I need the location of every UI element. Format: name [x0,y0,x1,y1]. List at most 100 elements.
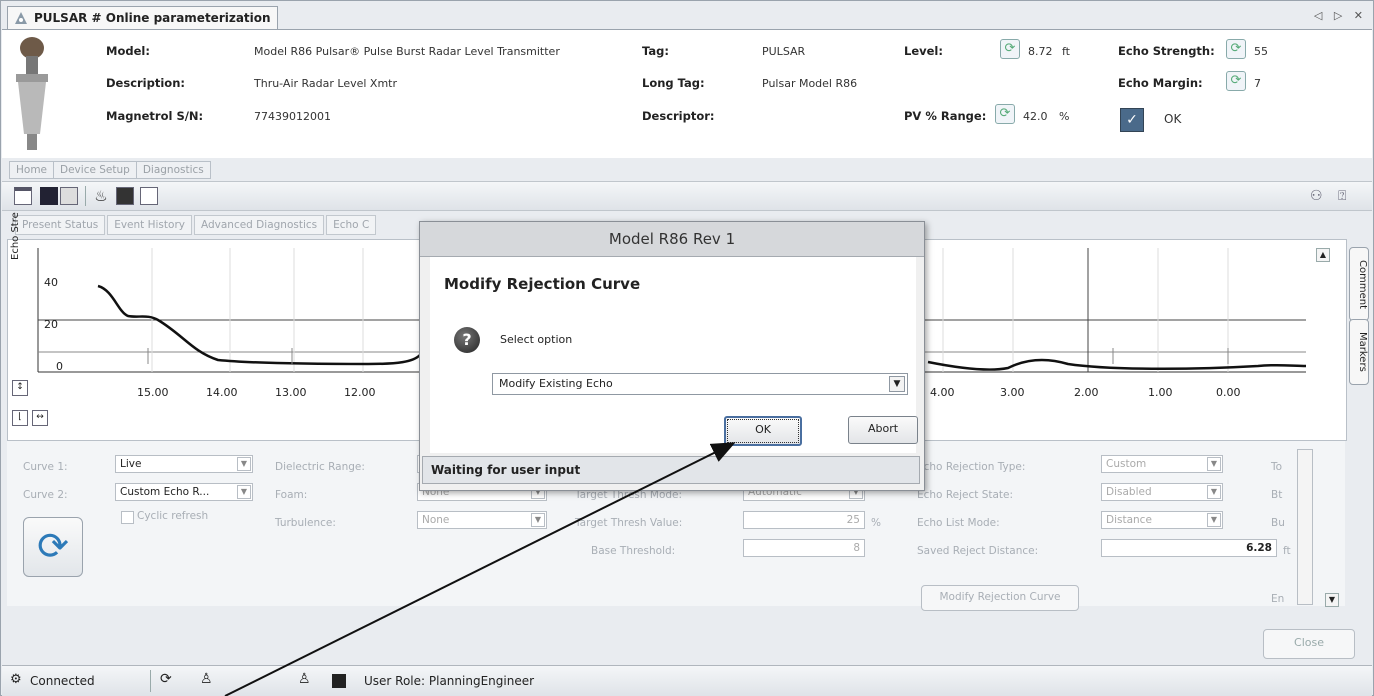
refresh-large-button[interactable]: ⟳ [23,517,83,577]
pv-value: 42.0 [1023,110,1048,123]
window-title-tab[interactable]: PULSAR # Online parameterization [7,6,278,29]
tab-echo-curve[interactable]: Echo C [326,215,377,235]
level-value: 8.72 [1028,45,1053,58]
dielectric-label: Dielectric Range: [275,461,365,473]
dialog-heading: Modify Rejection Curve [444,275,641,293]
rej-state-label: Echo Reject State: [917,489,1014,501]
markers-side-button[interactable]: Markers [1349,319,1369,385]
rej-type-value: Custom [1106,458,1147,470]
zoom-reset-icon[interactable]: ⌊ [12,410,28,426]
device-header: Model: Model R86 Pulsar® Pulse Burst Rad… [2,29,1372,158]
cut-label-bu: Bu [1271,517,1285,529]
list-mode-label: Echo List Mode: [917,517,1000,529]
level-unit: ft [1062,45,1070,58]
tab-event-history[interactable]: Event History [107,215,192,235]
sync-icon[interactable]: ⟳ [160,671,172,687]
print-icon[interactable] [60,187,78,205]
echo-margin-refresh-icon[interactable]: ⟳ [1226,71,1246,91]
rej-type-label: Echo Rejection Type: [917,461,1026,473]
pulsar-app-icon [15,12,27,24]
xtick-1: 1.00 [1148,386,1173,399]
turbulence-value: None [422,514,450,526]
xtick-12: 12.00 [344,386,376,399]
rej-type-select[interactable]: Custom ▼ [1101,455,1223,473]
chevron-down-icon: ▼ [1207,513,1221,527]
base-thresh-input[interactable]: 8 [743,539,865,557]
chevron-down-icon: ▼ [889,376,905,392]
user-icon[interactable]: ♙ [200,671,213,687]
abort-button[interactable]: Abort [848,416,918,444]
cyclic-refresh-checkbox[interactable] [121,511,134,524]
close-button[interactable]: Close [1263,629,1355,659]
level-refresh-icon[interactable]: ⟳ [1000,39,1020,59]
dialog-title: Model R86 Rev 1 [420,222,924,257]
connected-status: Connected [30,674,95,688]
curve1-select[interactable]: Live ▼ [115,455,253,473]
xtick-4: 4.00 [930,386,955,399]
curve2-label: Curve 2: [23,489,68,501]
xtick-14: 14.00 [206,386,238,399]
thresh-value-input[interactable]: 25 [743,511,865,529]
descriptor-label: Descriptor: [642,109,715,123]
form-scrollbar[interactable] [1297,449,1313,605]
image-icon[interactable] [116,187,134,205]
tab-home[interactable]: Home [9,161,55,179]
statusbar-divider [150,670,151,692]
main-window: PULSAR # Online parameterization ◁ ▷ ✕ M… [0,0,1374,696]
chart-icon[interactable] [140,187,158,205]
curve2-value: Custom Echo R... [120,486,210,498]
tab-advanced-diagnostics[interactable]: Advanced Diagnostics [193,215,325,235]
xtick-3: 3.00 [1000,386,1025,399]
question-icon: ? [454,327,480,353]
device-status-icon[interactable]: ♙ [298,671,311,687]
comment-side-button[interactable]: Comment [1349,247,1369,321]
tab-device-setup[interactable]: Device Setup [53,161,137,179]
saved-dist-input[interactable]: 6.28 [1101,539,1277,557]
chevron-down-icon: ▼ [237,457,251,471]
cut-label-en: En [1271,593,1285,605]
tab-present-status[interactable]: Present Status [15,215,106,235]
device-icon[interactable]: ♨ [92,187,110,205]
xtick-15: 15.00 [137,386,169,399]
pv-refresh-icon[interactable]: ⟳ [995,104,1015,124]
help-icon[interactable]: ⚇ [1310,188,1323,204]
curve1-label: Curve 1: [23,461,68,473]
tab-diagnostics[interactable]: Diagnostics [135,161,211,179]
form-scroll-down-icon[interactable]: ▼ [1325,593,1339,607]
rej-state-value: Disabled [1106,486,1152,498]
description-label: Description: [106,76,185,90]
cyclic-refresh-label: Cyclic refresh [137,510,209,522]
chart-scroll-up-icon[interactable]: ▲ [1316,248,1330,262]
modify-rejection-curve-button[interactable]: Modify Rejection Curve [921,585,1079,611]
ok-button[interactable]: OK [724,416,802,446]
window-icon[interactable] [14,187,32,205]
model-label: Model: [106,44,150,58]
xtick-0: 0.00 [1216,386,1241,399]
base-thresh-label: Base Threshold: [591,545,676,557]
xtick-2: 2.00 [1074,386,1099,399]
rej-state-select[interactable]: Disabled ▼ [1101,483,1223,501]
dialog-prompt: Select option [500,333,573,346]
window-controls[interactable]: ◁ ▷ ✕ [1314,9,1367,22]
turbulence-select[interactable]: None ▼ [417,511,547,529]
description-value: Thru-Air Radar Level Xmtr [254,77,398,90]
zoom-y-icon[interactable]: ↕ [12,380,28,396]
foam-label: Foam: [275,489,308,501]
curve2-select[interactable]: Custom Echo R... ▼ [115,483,253,501]
echo-strength-refresh-icon[interactable]: ⟳ [1226,39,1246,59]
option-select[interactable]: Modify Existing Echo ▼ [492,373,908,395]
echo-margin-value: 7 [1254,77,1261,90]
cut-label-bt: Bt [1271,489,1283,501]
zoom-x-icon[interactable]: ↔ [32,410,48,426]
list-mode-select[interactable]: Distance ▼ [1101,511,1223,529]
echo-curve-right [927,358,1307,371]
ytick-20: 20 [44,318,58,331]
longtag-value: Pulsar Model R86 [762,77,858,90]
chevron-down-icon: ▼ [1207,457,1221,471]
window-title: PULSAR # Online parameterization [34,11,271,25]
chevron-down-icon: ▼ [237,485,251,499]
save-icon[interactable] [40,187,58,205]
curve1-value: Live [120,458,142,470]
context-help-icon[interactable]: ⍰ [1338,188,1346,204]
stop-icon[interactable] [332,674,346,688]
